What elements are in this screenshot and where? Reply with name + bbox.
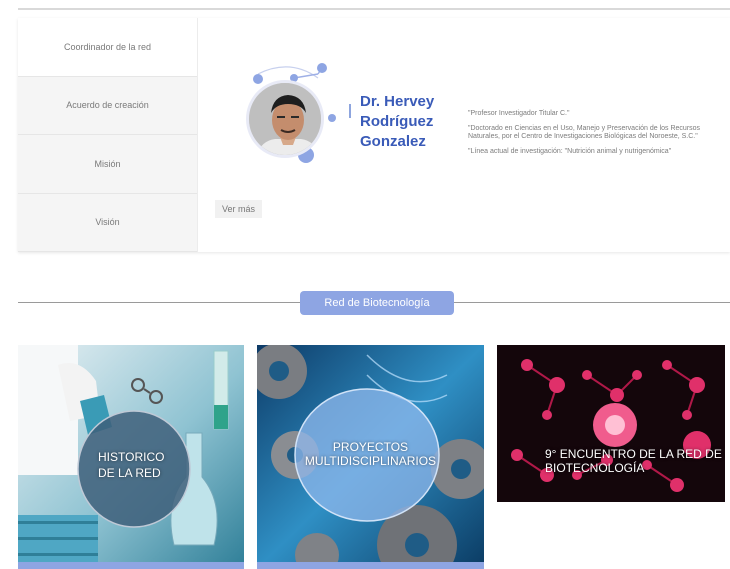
molecules-image: [497, 345, 725, 502]
bio-line-2: "Doctorado en Ciencias en el Uso, Manejo…: [468, 124, 701, 141]
coordinator-name: Dr. Hervey Rodríguez Gonzalez: [360, 92, 470, 152]
top-divider: [18, 8, 730, 10]
section-title-pill: Red de Biotecnología: [300, 291, 454, 315]
name-line-2: Rodríguez: [360, 113, 434, 130]
tile-proyectos-label: PROYECTOS MULTIDISCIPLINARIOS: [257, 440, 484, 468]
tile-proyectos-strip: [257, 562, 484, 569]
tile-proyectos[interactable]: PROYECTOS MULTIDISCIPLINARIOS: [257, 345, 484, 569]
coordinator-avatar: [246, 80, 324, 158]
tile-proyectos-line-2: MULTIDISCIPLINARIOS: [304, 454, 437, 468]
tab-vision[interactable]: Visión: [18, 194, 197, 252]
tile-historico-label: HISTORICO DE LA RED: [98, 449, 164, 481]
tab-mision[interactable]: Misión: [18, 135, 197, 194]
name-line-3: Gonzalez: [360, 133, 426, 150]
name-line-1: Dr. Hervey: [360, 93, 435, 110]
bio-line-1: "Profesor Investigador Titular C.": [468, 110, 570, 117]
bio-line-3: "Línea actual de investigación: "Nutrici…: [468, 147, 672, 155]
tile-historico[interactable]: HISTORICO DE LA RED: [18, 345, 244, 569]
coordinator-card: Coordinador de la red Acuerdo de creació…: [18, 18, 730, 252]
tile-historico-line-1: HISTORICO: [98, 450, 165, 464]
ver-mas-button[interactable]: Ver más: [215, 200, 263, 218]
coordinator-bio: "Profesor Investigador Titular C." "Doct…: [468, 110, 724, 162]
sidebar-tabs: Coordinador de la red Acuerdo de creació…: [18, 18, 198, 252]
tile-encuentro[interactable]: 9° ENCUENTRO DE LA RED DE BIOTECNOLOGÍA: [497, 345, 725, 502]
tile-encuentro-line-1: 9° ENCUENTRO DE LA RED DE: [545, 447, 722, 461]
tile-proyectos-line-1: PROYECTOS: [332, 440, 409, 454]
tab-coordinador[interactable]: Coordinador de la red: [18, 18, 197, 77]
tab-acuerdo[interactable]: Acuerdo de creación: [18, 77, 197, 135]
section-line-left: [18, 302, 300, 303]
tile-historico-line-2: DE LA RED: [98, 466, 161, 480]
section-line-right: [454, 302, 730, 303]
tile-historico-strip: [18, 562, 244, 569]
name-accent-bar: [349, 104, 351, 118]
tile-encuentro-line-2: BIOTECNOLOGÍA: [545, 461, 645, 475]
tile-encuentro-label: 9° ENCUENTRO DE LA RED DE BIOTECNOLOGÍA: [545, 447, 722, 475]
